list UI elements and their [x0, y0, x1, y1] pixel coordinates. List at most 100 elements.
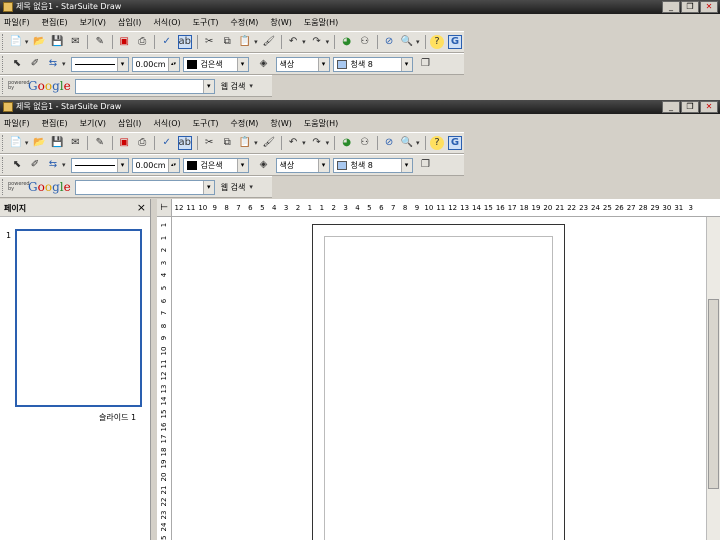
- shadow-icon[interactable]: ❐: [419, 158, 433, 172]
- horizontal-ruler[interactable]: 12 11 10 9 8 7 6 5 4 3 2 1 1 2 3 4 5 6 7 8 9 10 11 12 13 14 15 16 17…: [172, 199, 720, 217]
- menu-format[interactable]: 서식(O): [153, 118, 180, 129]
- scrollbar-thumb[interactable]: [708, 299, 719, 489]
- drawing-canvas[interactable]: [172, 217, 706, 540]
- line-style-select[interactable]: ▾: [70, 56, 129, 72]
- line-style-icon[interactable]: ✐: [28, 57, 42, 71]
- google-icon[interactable]: G: [447, 35, 462, 49]
- help-icon[interactable]: ?: [429, 136, 444, 150]
- slide-thumbnail[interactable]: [15, 229, 142, 407]
- redo-icon[interactable]: ↷: [310, 136, 324, 150]
- save-icon[interactable]: 💾: [50, 136, 64, 150]
- restore-button[interactable]: ❐: [681, 1, 699, 13]
- line-width-field[interactable]: 0.00cm ▴▾: [131, 56, 180, 72]
- menu-window[interactable]: 창(W): [270, 17, 292, 28]
- minimize-button[interactable]: _: [662, 101, 680, 113]
- menu-view[interactable]: 보기(V): [80, 17, 106, 28]
- drawing-page[interactable]: [312, 224, 565, 540]
- email-icon[interactable]: ✉: [68, 35, 82, 49]
- autospell-icon[interactable]: ab: [177, 136, 192, 150]
- menu-file[interactable]: 파일(F): [4, 118, 30, 129]
- open-icon[interactable]: 📂: [32, 35, 46, 49]
- area-style-select[interactable]: 색상 ▾: [275, 157, 330, 173]
- vertical-ruler[interactable]: 1 1 2 3 4 5 6 7 8 9 10 11 12 13 14 15 16 17 18 19 20 21 22 23 24…: [157, 217, 172, 540]
- select-icon[interactable]: ⬉: [10, 158, 24, 172]
- line-style-icon[interactable]: ✐: [28, 158, 42, 172]
- open-icon[interactable]: 📂: [32, 136, 46, 150]
- area-style-select[interactable]: 색상 ▾: [275, 56, 330, 72]
- menu-edit[interactable]: 편집(E): [42, 17, 68, 28]
- menu-help[interactable]: 도움말(H): [304, 17, 338, 28]
- restore-button[interactable]: ❐: [681, 101, 699, 113]
- chart-icon[interactable]: ◕: [340, 35, 354, 49]
- menu-help[interactable]: 도움말(H): [304, 118, 338, 129]
- redo-icon[interactable]: ↷: [310, 35, 324, 49]
- line-color-select[interactable]: 검은색 ▾: [182, 56, 249, 72]
- show-draw-functions-icon[interactable]: ⚇: [358, 136, 372, 150]
- print-icon[interactable]: ⎙: [135, 35, 149, 49]
- menu-window[interactable]: 창(W): [270, 118, 292, 129]
- area-fill-icon[interactable]: ◈: [257, 57, 271, 71]
- web-search-button[interactable]: 웹 검색: [221, 81, 246, 92]
- area-color-select[interactable]: 청색 8 ▾: [332, 56, 413, 72]
- area-color-select[interactable]: 청색 8 ▾: [332, 157, 413, 173]
- copy-icon[interactable]: ⧉: [220, 35, 234, 49]
- zoom-icon[interactable]: 🔍: [400, 35, 414, 49]
- menu-modify[interactable]: 수정(M): [231, 17, 259, 28]
- cut-icon[interactable]: ✂: [202, 136, 216, 150]
- google-icon[interactable]: G: [447, 136, 462, 150]
- menu-file[interactable]: 파일(F): [4, 17, 30, 28]
- shadow-icon[interactable]: ❐: [419, 57, 433, 71]
- google-search-input[interactable]: ▾: [74, 78, 215, 94]
- undo-icon[interactable]: ↶: [286, 35, 300, 49]
- line-style-select[interactable]: ▾: [70, 157, 129, 173]
- export-pdf-icon[interactable]: ▣: [117, 136, 131, 150]
- menu-view[interactable]: 보기(V): [80, 118, 106, 129]
- minimize-button[interactable]: _: [662, 1, 680, 13]
- google-search-input[interactable]: ▾: [74, 179, 215, 195]
- show-draw-functions-icon[interactable]: ⚇: [358, 35, 372, 49]
- format-paintbrush-icon[interactable]: 🖌: [262, 35, 276, 49]
- help-icon[interactable]: ?: [429, 35, 444, 49]
- new-document-icon[interactable]: 📄: [9, 35, 23, 49]
- area-fill-icon[interactable]: ◈: [257, 158, 271, 172]
- menu-insert[interactable]: 삽입(I): [118, 118, 141, 129]
- navigator-icon[interactable]: ⊘: [382, 35, 396, 49]
- select-icon[interactable]: ⬉: [10, 57, 24, 71]
- title-bar-back[interactable]: 제목 없음1 - StarSuite Draw _ ❐ ✕: [0, 0, 720, 14]
- menu-edit[interactable]: 편집(E): [42, 118, 68, 129]
- close-button[interactable]: ✕: [700, 101, 718, 113]
- close-button[interactable]: ✕: [700, 1, 718, 13]
- email-icon[interactable]: ✉: [68, 136, 82, 150]
- format-paintbrush-icon[interactable]: 🖌: [262, 136, 276, 150]
- menu-tools[interactable]: 도구(T): [193, 118, 219, 129]
- line-width-field[interactable]: 0.00cm ▴▾: [131, 157, 180, 173]
- menu-insert[interactable]: 삽입(I): [118, 17, 141, 28]
- new-document-icon[interactable]: 📄: [9, 136, 23, 150]
- print-icon[interactable]: ⎙: [135, 136, 149, 150]
- close-icon[interactable]: ×: [137, 201, 146, 214]
- menu-modify[interactable]: 수정(M): [231, 118, 259, 129]
- zoom-icon[interactable]: 🔍: [400, 136, 414, 150]
- copy-icon[interactable]: ⧉: [220, 136, 234, 150]
- edit-file-icon[interactable]: ✎: [93, 35, 107, 49]
- line-color-select[interactable]: 검은색 ▾: [182, 157, 249, 173]
- undo-icon[interactable]: ↶: [286, 136, 300, 150]
- navigator-icon[interactable]: ⊘: [382, 136, 396, 150]
- ruler-corner[interactable]: ⊢: [157, 199, 172, 217]
- autospell-icon[interactable]: ab: [177, 35, 192, 49]
- paste-icon[interactable]: 📋: [238, 35, 252, 49]
- edit-file-icon[interactable]: ✎: [93, 136, 107, 150]
- spellcheck-icon[interactable]: ✓: [160, 136, 174, 150]
- menu-tools[interactable]: 도구(T): [193, 17, 219, 28]
- web-search-button[interactable]: 웹 검색: [221, 182, 246, 193]
- menu-format[interactable]: 서식(O): [153, 17, 180, 28]
- vertical-scrollbar[interactable]: [706, 217, 720, 540]
- arrow-style-icon[interactable]: ⇆: [46, 158, 60, 172]
- title-bar[interactable]: 제목 없음1 - StarSuite Draw _ ❐ ✕: [0, 100, 720, 114]
- cut-icon[interactable]: ✂: [202, 35, 216, 49]
- paste-icon[interactable]: 📋: [238, 136, 252, 150]
- chart-icon[interactable]: ◕: [340, 136, 354, 150]
- save-icon[interactable]: 💾: [50, 35, 64, 49]
- arrow-style-icon[interactable]: ⇆: [46, 57, 60, 71]
- spellcheck-icon[interactable]: ✓: [160, 35, 174, 49]
